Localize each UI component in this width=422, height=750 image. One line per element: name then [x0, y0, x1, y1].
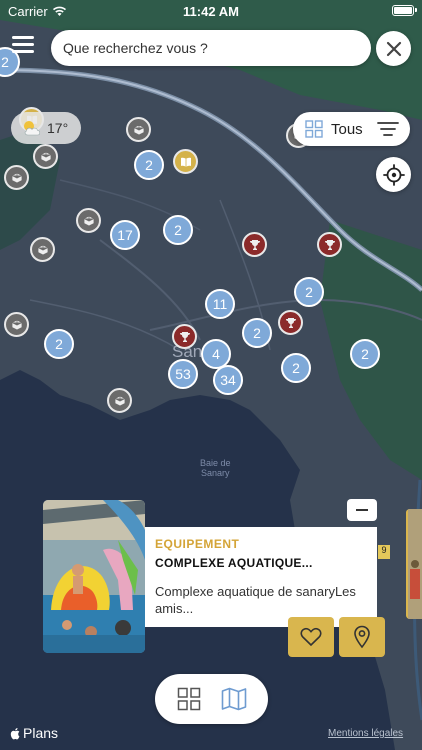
cube-icon: [114, 395, 125, 406]
trophy-icon: [179, 331, 190, 342]
cluster-marker[interactable]: 11: [205, 289, 235, 319]
cube-icon: [37, 244, 48, 255]
hamburger-icon: [12, 43, 34, 46]
event-marker[interactable]: [317, 232, 342, 257]
bay-label-line2: Sanary: [201, 468, 230, 478]
weather-temperature: 17°: [47, 120, 69, 136]
next-card-preview[interactable]: [406, 509, 422, 619]
next-card-photo: [406, 509, 422, 619]
crosshair-icon: [382, 163, 405, 186]
minus-icon: [356, 509, 368, 511]
cube-icon: [11, 319, 22, 330]
grid-icon: [305, 120, 323, 138]
map-icon: [221, 687, 247, 711]
bay-label: Baie de Sanary: [200, 458, 231, 478]
cube-icon: [11, 172, 22, 183]
side-badge: 9: [378, 545, 390, 559]
cluster-marker[interactable]: 2: [350, 339, 380, 369]
maps-label: Plans: [23, 725, 59, 741]
bay-label-line1: Baie de: [200, 458, 231, 468]
status-bar: Carrier 11:42 AM: [0, 0, 422, 22]
cluster-marker[interactable]: 2: [242, 318, 272, 348]
place-marker[interactable]: [4, 312, 29, 337]
cluster-marker[interactable]: 34: [213, 365, 243, 395]
search-bar[interactable]: [51, 30, 371, 66]
library-marker[interactable]: [173, 149, 198, 174]
cluster-marker[interactable]: 2: [163, 215, 193, 245]
locate-place-button[interactable]: [339, 617, 385, 657]
map-view-button[interactable]: [219, 684, 249, 714]
battery-icon: [392, 5, 417, 16]
legal-link[interactable]: Mentions légales: [328, 728, 403, 739]
heart-icon: [300, 627, 322, 647]
cluster-marker[interactable]: 2: [294, 277, 324, 307]
hamburger-icon: [12, 50, 34, 53]
map-pin-icon: [354, 625, 370, 649]
trophy-icon: [324, 239, 335, 250]
list-view-button[interactable]: [174, 684, 204, 714]
place-marker[interactable]: [126, 117, 151, 142]
place-card[interactable]: EQUIPEMENT COMPLEXE AQUATIQUE... Complex…: [145, 527, 377, 627]
apple-logo-icon: [10, 727, 20, 739]
photo-image: [43, 500, 145, 653]
close-button[interactable]: [376, 31, 411, 66]
category-filter[interactable]: Tous: [293, 112, 410, 146]
menu-button[interactable]: [12, 36, 34, 54]
event-marker[interactable]: [242, 232, 267, 257]
cluster-marker[interactable]: 53: [168, 359, 198, 389]
trophy-icon: [249, 239, 260, 250]
place-marker[interactable]: [4, 165, 29, 190]
event-marker[interactable]: [278, 310, 303, 335]
close-icon: [386, 41, 401, 56]
cluster-marker[interactable]: 2: [44, 329, 74, 359]
place-photo[interactable]: [43, 500, 145, 653]
cluster-marker[interactable]: 17: [110, 220, 140, 250]
place-title: COMPLEXE AQUATIQUE...: [155, 556, 313, 570]
view-toggle: [155, 674, 268, 724]
place-marker[interactable]: [30, 237, 55, 262]
partly-cloudy-icon: [24, 121, 41, 136]
locate-me-button[interactable]: [376, 157, 411, 192]
maps-attribution: Plans: [10, 725, 58, 741]
status-time: 11:42 AM: [183, 3, 239, 19]
filter-label: Tous: [331, 120, 363, 138]
collapse-card-button[interactable]: [347, 499, 377, 521]
place-category: EQUIPEMENT: [155, 537, 240, 551]
cluster-marker[interactable]: 2: [281, 353, 311, 383]
place-description: Complexe aquatique de sanaryLes amis...: [155, 584, 356, 616]
cube-icon: [40, 151, 51, 162]
cube-icon: [133, 124, 144, 135]
place-marker[interactable]: [33, 144, 58, 169]
search-input[interactable]: [63, 40, 359, 56]
favorite-button[interactable]: [288, 617, 334, 657]
event-marker[interactable]: [172, 324, 197, 349]
cluster-marker[interactable]: 2: [134, 150, 164, 180]
trophy-icon: [285, 317, 296, 328]
place-marker[interactable]: [76, 208, 101, 233]
filter-lines-icon[interactable]: [376, 121, 399, 137]
grid-icon: [178, 687, 201, 711]
hamburger-icon: [12, 36, 34, 39]
weather-widget: 17°: [11, 112, 81, 144]
book-icon: [180, 157, 191, 167]
place-marker[interactable]: [107, 388, 132, 413]
cube-icon: [83, 215, 94, 226]
